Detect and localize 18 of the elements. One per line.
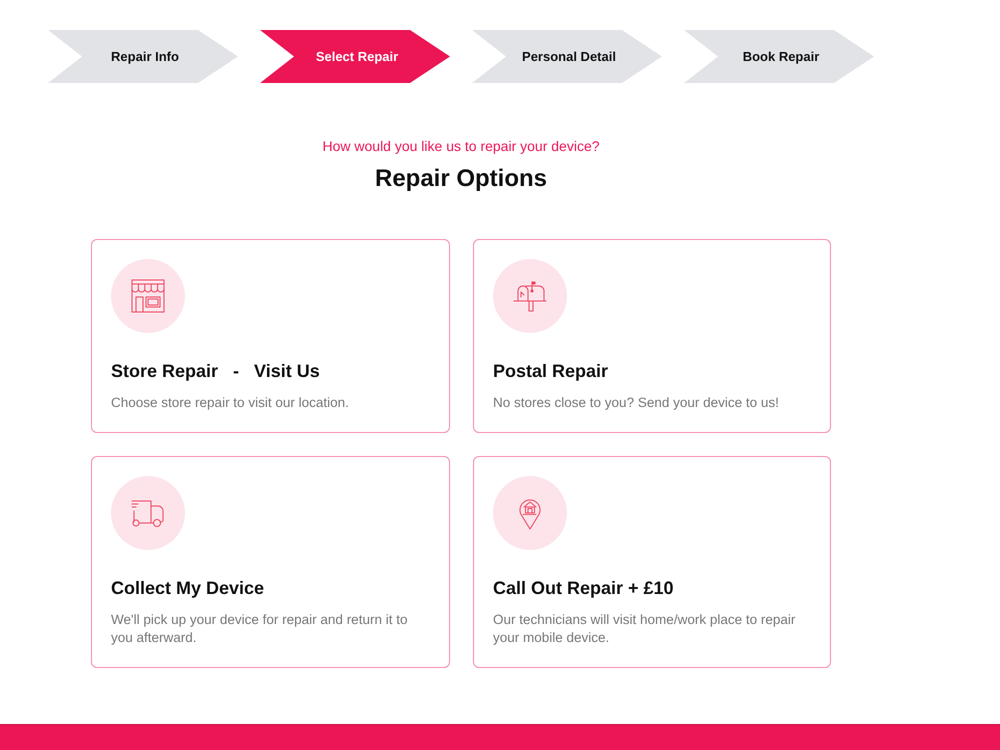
option-title: Store Repair - Visit Us (111, 360, 321, 383)
option-description: Choose store repair to visit our location. (111, 394, 350, 412)
repair-option-card[interactable]: Postal Repair No stores close to you? Send your device to us! (473, 239, 831, 433)
option-title: Postal Repair (493, 360, 610, 383)
section-title: Repair Options (374, 164, 548, 194)
option-title: Collect My Device (111, 577, 266, 600)
repair-option-card[interactable]: Call Out Repair + £10 Our technicians will visit home/work place to repair your mobile device. (473, 456, 831, 668)
progress-step-tab[interactable]: Personal Detail (472, 30, 662, 83)
progress-step-tab[interactable]: Book Repair (684, 30, 874, 83)
option-description: No stores close to you? Send your device to us! (493, 394, 780, 412)
option-description: Our technicians will visit home/work place to repair your mobile device. (493, 611, 796, 647)
option-description: We'll pick up your device for repair and return it to you afterward. (111, 611, 408, 647)
repair-option-card[interactable]: Collect My Device We'll pick up your device for repair and return it to you afterward. (91, 456, 450, 668)
section-subtitle: How would you like us to repair your device? (322, 137, 600, 156)
progress-step-tab[interactable]: Repair Info (48, 30, 238, 83)
repair-option-card[interactable]: Store Repair - Visit Us Choose store repair to visit our location. (91, 239, 450, 433)
progress-step-tab[interactable]: Select Repair (260, 30, 450, 83)
option-title: Call Out Repair + £10 (493, 577, 675, 600)
